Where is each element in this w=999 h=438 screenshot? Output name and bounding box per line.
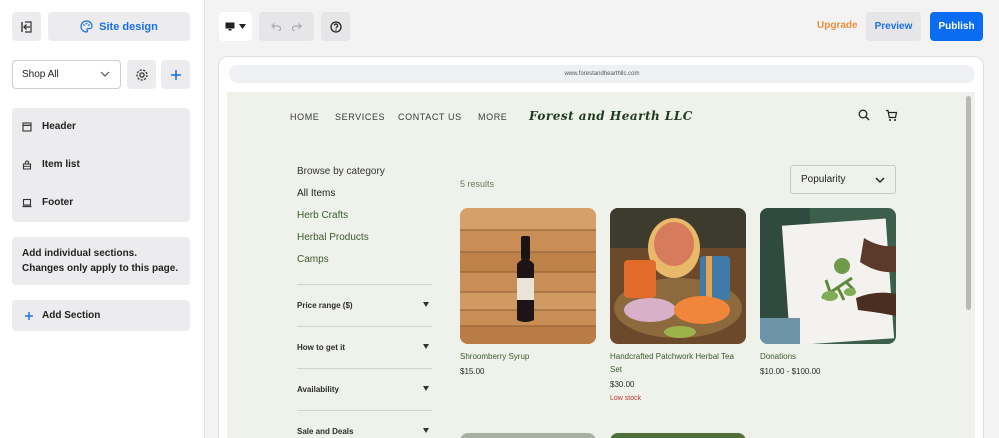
filter-divider (297, 410, 432, 411)
header-icon (22, 121, 32, 132)
category-herb-crafts[interactable]: Herb Crafts (297, 210, 348, 221)
product-name[interactable]: Handcrafted Patchwork Herbal Tea Set (610, 350, 746, 376)
category-herbal-products[interactable]: Herbal Products (297, 232, 369, 243)
desktop-icon (225, 22, 235, 31)
section-label: Item list (42, 159, 80, 170)
chevron-down-icon (875, 177, 885, 183)
product-card[interactable]: Shroomberry Syrup $15.00 (460, 208, 596, 376)
footer-icon (22, 198, 32, 207)
filter-how-to-get-it[interactable]: How to get it (297, 343, 432, 352)
filter-sale-and-deals[interactable]: Sale and Deals (297, 427, 432, 436)
device-toggle-button[interactable] (219, 12, 252, 41)
search-icon[interactable] (858, 109, 870, 121)
undo-icon[interactable] (270, 22, 282, 31)
plus-icon (170, 69, 181, 80)
filter-label: Availability (297, 385, 339, 394)
add-section-label: Add Section (42, 310, 101, 321)
chevron-down-icon (100, 71, 110, 77)
preview-button[interactable]: Preview (866, 12, 921, 41)
filter-divider (297, 368, 432, 369)
filter-availability[interactable]: Availability (297, 385, 432, 394)
syrup-bottle-image (460, 208, 596, 344)
category-all-items[interactable]: All Items (297, 188, 335, 199)
nav-item-more[interactable]: MORE (478, 112, 507, 122)
product-name[interactable]: Shroomberry Syrup (460, 350, 596, 363)
preview-scrollbar-thumb[interactable] (966, 96, 971, 310)
palette-icon (80, 20, 93, 33)
results-count: 5 results (460, 179, 495, 189)
section-label: Header (42, 121, 76, 132)
sort-dropdown[interactable]: Popularity (790, 165, 896, 194)
caret-down-icon (423, 428, 429, 433)
nav-item-home[interactable]: HOME (290, 112, 319, 122)
product-name[interactable]: Donations (760, 350, 896, 363)
browse-by-category-label: Browse by category (297, 166, 385, 177)
product-card[interactable]: Handcrafted Patchwork Herbal Tea Set $30… (610, 208, 746, 402)
add-page-button[interactable] (161, 60, 190, 89)
history-controls (259, 12, 314, 41)
section-item-item-list[interactable]: Item list (22, 159, 80, 170)
category-camps[interactable]: Camps (297, 254, 329, 265)
caret-down-icon (239, 24, 246, 29)
url-bar: www.forestandhearthllc.com (229, 65, 975, 83)
shop-icon (22, 160, 32, 170)
section-label: Footer (42, 197, 74, 208)
caret-down-icon (423, 302, 429, 307)
site-brand[interactable]: Forest and Hearth LLC (529, 109, 693, 123)
page-selector-value: Shop All (22, 69, 59, 80)
nav-item-services[interactable]: SERVICES (335, 112, 385, 122)
product-price: $30.00 (610, 380, 635, 389)
filter-label: Price range ($) (297, 301, 353, 310)
product-card-next-row[interactable] (610, 433, 746, 438)
section-item-header[interactable]: Header (22, 121, 76, 132)
product-image[interactable] (760, 208, 896, 344)
site-design-label: Site design (99, 20, 158, 33)
page-sections-list: Header Item list Footer (12, 108, 190, 222)
exit-icon (20, 20, 32, 33)
product-card-next-row[interactable] (460, 433, 596, 438)
filter-price-range[interactable]: Price range ($) (297, 301, 432, 310)
page-settings-button[interactable] (127, 60, 156, 89)
product-price: $15.00 (460, 367, 485, 376)
section-item-footer[interactable]: Footer (22, 197, 73, 208)
product-image[interactable] (460, 208, 596, 344)
exit-editor-button[interactable] (12, 12, 41, 41)
help-button[interactable] (321, 12, 350, 41)
donations-image (760, 208, 896, 344)
filter-label: Sale and Deals (297, 427, 354, 436)
product-image[interactable] (610, 208, 746, 344)
filter-divider (297, 326, 432, 327)
caret-down-icon (423, 344, 429, 349)
site-preview[interactable]: HOME SERVICES CONTACT US MORE Forest and… (227, 92, 975, 438)
tea-set-image (610, 208, 746, 344)
page-selector[interactable]: Shop All (12, 60, 121, 89)
upgrade-link[interactable]: Upgrade (817, 20, 858, 31)
add-section-button[interactable]: Add Section (12, 300, 190, 331)
site-design-button[interactable]: Site design (48, 12, 190, 41)
sort-value: Popularity (801, 174, 846, 185)
sections-note: Add individual sections. Changes only ap… (12, 237, 190, 285)
plus-icon (25, 311, 33, 320)
cart-icon[interactable] (885, 109, 898, 122)
caret-down-icon (423, 386, 429, 391)
help-icon (329, 20, 342, 33)
product-price: $10.00 - $100.00 (760, 367, 821, 376)
redo-icon[interactable] (291, 22, 303, 31)
gear-icon (135, 68, 148, 81)
product-card[interactable]: Donations $10.00 - $100.00 (760, 208, 896, 376)
filter-label: How to get it (297, 343, 345, 352)
publish-button[interactable]: Publish (930, 12, 983, 41)
low-stock-badge: Low stock (610, 395, 642, 402)
filter-divider (297, 284, 432, 285)
editor-left-panel: Site design Shop All Header Item list Fo… (0, 0, 205, 438)
nav-item-contact-us[interactable]: CONTACT US (398, 112, 462, 122)
